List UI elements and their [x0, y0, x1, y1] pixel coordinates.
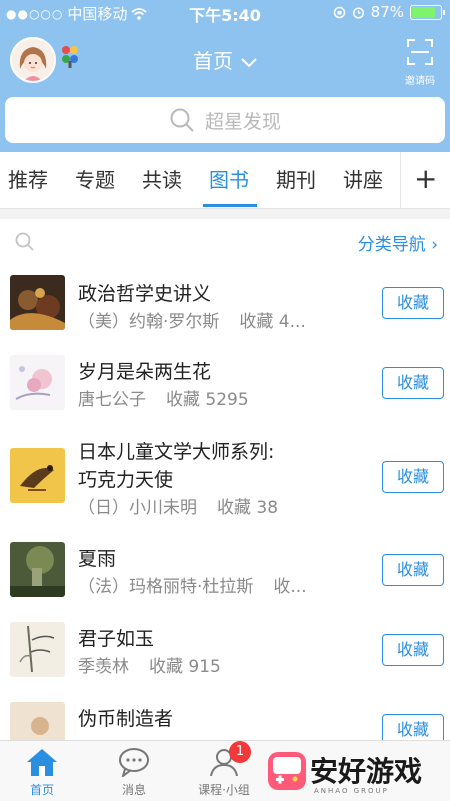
book-favorites: 收藏 5295	[166, 390, 249, 410]
collect-button[interactable]: 收藏	[382, 367, 444, 399]
book-cover	[10, 542, 65, 597]
book-title-line1: 日本儿童文学大师系列:	[78, 441, 275, 463]
add-tab-icon[interactable]: +	[414, 162, 437, 195]
home-title-dropdown[interactable]: 首页	[0, 45, 450, 74]
tab-divider	[400, 152, 401, 208]
filter-row: 分类导航 ›	[0, 219, 450, 264]
book-cover	[10, 275, 65, 330]
tabbar-courses[interactable]: 课程·小组	[184, 747, 264, 798]
book-favorites: 收...	[273, 577, 307, 597]
chevron-down-icon	[241, 58, 257, 68]
search-placeholder: 超星发现	[204, 110, 281, 133]
watermark-text: 安好游戏	[310, 755, 423, 788]
alarm-icon	[352, 6, 364, 19]
chat-icon	[119, 748, 149, 777]
app-header: ●●○○○ 中国移动 下午5:40 87% 首页 邀请码 超星发现	[0, 0, 450, 152]
status-bar: ●●○○○ 中国移动 下午5:40 87%	[0, 0, 450, 25]
book-meta: 唐七公子 收藏 5295	[78, 385, 338, 410]
tab-lectures[interactable]: 讲座	[343, 164, 383, 193]
book-title: 君子如玉	[78, 628, 155, 650]
book-meta: （法）玛格丽特·杜拉斯 收...	[78, 572, 338, 597]
book-meta: （日）小川未明 收藏 38	[78, 493, 338, 518]
list-item[interactable]: 政治哲学史讲义 （美）约翰·罗尔斯 收藏 4... 收藏	[0, 263, 450, 344]
collect-button[interactable]: 收藏	[382, 634, 444, 666]
battery-icon	[410, 4, 445, 20]
gamepad-icon	[268, 752, 306, 790]
book-title-line2: 巧克力天使	[78, 469, 174, 491]
invite-code-button[interactable]: 邀请码	[402, 38, 438, 87]
notification-badge: 1	[229, 741, 251, 763]
book-title: 政治哲学史讲义	[78, 283, 212, 305]
book-author: （美）约翰·罗尔斯	[78, 312, 220, 332]
book-meta: （美）约翰·罗尔斯 收藏 4...	[78, 307, 338, 332]
list-item[interactable]: 夏雨 （法）玛格丽特·杜拉斯 收... 收藏	[0, 530, 450, 611]
collect-button[interactable]: 收藏	[382, 461, 444, 493]
book-cover	[10, 355, 65, 410]
watermark-subtext: ANHAO GROUP	[314, 787, 389, 795]
book-meta: 季羡林 收藏 915	[78, 652, 338, 677]
active-tab-indicator	[203, 204, 257, 207]
tabbar-home[interactable]: 首页	[2, 747, 82, 798]
list-item[interactable]: 岁月是朵两生花 唐七公子 收藏 5295 收藏	[0, 343, 450, 424]
tab-topics[interactable]: 专题	[75, 164, 115, 193]
invite-label: 邀请码	[405, 76, 435, 87]
search-bar[interactable]: 超星发现	[5, 97, 445, 143]
book-favorites: 收藏 38	[217, 498, 279, 518]
tabbar-messages[interactable]: 消息	[94, 747, 174, 798]
tabbar-home-label: 首页	[29, 783, 54, 797]
orientation-lock-icon	[333, 6, 345, 18]
book-author: （法）玛格丽特·杜拉斯	[78, 577, 254, 597]
book-title: 夏雨	[78, 548, 117, 570]
tabbar-courses-label: 课程·小组	[198, 783, 250, 797]
collect-button[interactable]: 收藏	[382, 554, 444, 586]
scan-icon	[407, 39, 433, 65]
tab-journals[interactable]: 期刊	[276, 164, 316, 193]
book-author: （日）小川未明	[78, 498, 197, 518]
search-icon	[170, 108, 194, 132]
tab-recommend[interactable]: 推荐	[8, 164, 48, 193]
home-icon	[27, 749, 57, 776]
book-favorites: 收藏 4...	[239, 312, 306, 332]
list-item[interactable]: 日本儿童文学大师系列: 巧克力天使 （日）小川未明 收藏 38 收藏	[0, 423, 450, 531]
watermark-logo: 安好游戏 ANHAO GROUP	[266, 744, 450, 800]
book-cover	[10, 622, 65, 677]
book-title: 岁月是朵两生花	[78, 361, 212, 383]
category-nav-link[interactable]: 分类导航 ›	[358, 230, 438, 255]
book-author: 唐七公子	[78, 390, 146, 410]
tab-books[interactable]: 图书	[209, 164, 249, 193]
home-title-label: 首页	[193, 49, 233, 73]
battery-percent: 87%	[370, 3, 404, 21]
book-author: 季羡林	[78, 657, 129, 677]
list-item[interactable]: 君子如玉 季羡林 收藏 915 收藏	[0, 610, 450, 691]
book-title: 伪币制造者	[78, 708, 174, 730]
collect-button[interactable]: 收藏	[382, 287, 444, 319]
search-icon[interactable]	[14, 231, 36, 253]
tabbar-messages-label: 消息	[121, 783, 146, 797]
book-favorites: 收藏 915	[149, 657, 221, 677]
tab-coreading[interactable]: 共读	[142, 164, 182, 193]
book-cover	[10, 448, 65, 503]
section-gap	[0, 209, 450, 219]
category-tabs: 推荐 专题 共读 图书 期刊 讲座 +	[0, 152, 450, 209]
